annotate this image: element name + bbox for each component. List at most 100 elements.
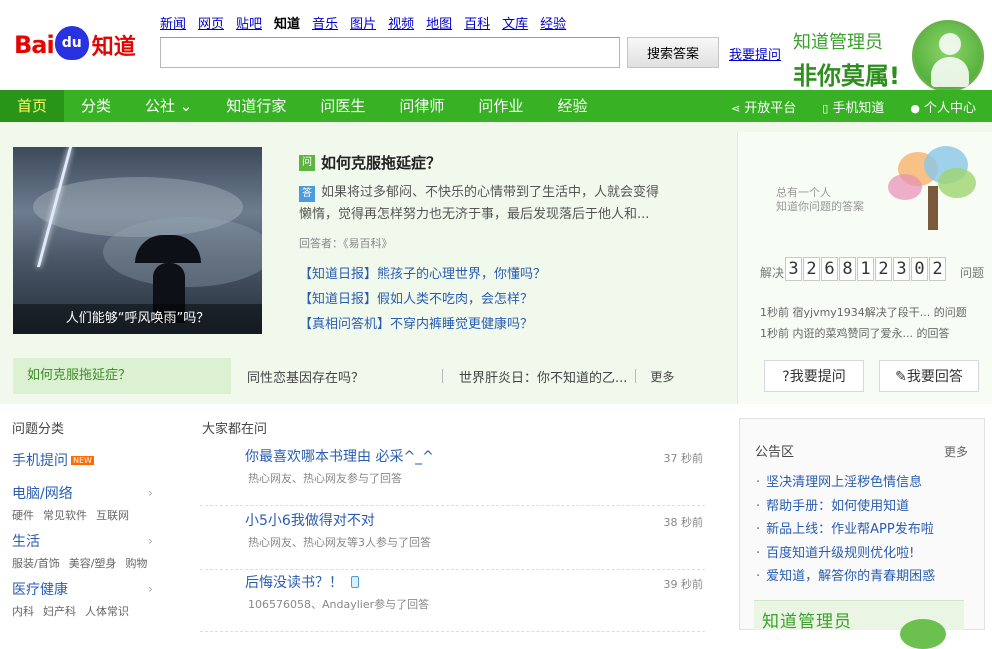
ask-question-button[interactable]: ?我要提问: [764, 360, 864, 392]
featured-tabs: 如何克服拖延症？ 同性恋基因存在吗？ 世界肝炎日：你不知道的乙... 更多: [13, 358, 713, 394]
activity-item[interactable]: 1秒前 内诳的菜鸡赞同了爱永... 的回答: [760, 323, 967, 344]
topnav-baike[interactable]: 百科: [464, 13, 490, 32]
featured-more-link[interactable]: 更多: [650, 368, 674, 385]
everyone-asking-heading: 大家都在问: [202, 422, 268, 437]
open-platform-link[interactable]: ⋖ 开放平台: [731, 97, 796, 116]
question-row[interactable]: 小5小6我做得对不对 热心网友、热心网友等3人参与了回答 38 秒前: [200, 508, 705, 570]
question-meta: 热心网友、热心网友等3人参与了回答: [248, 536, 431, 549]
question-meta: 热心网友、热心网友参与了回答: [248, 472, 402, 485]
search-input[interactable]: [160, 37, 620, 68]
featured-tab[interactable]: 世界肝炎日：你不知道的乙...: [459, 367, 627, 386]
notice-item[interactable]: 爱知道，解答你的青春期困惑: [756, 565, 935, 589]
mascot-icon: [900, 619, 946, 649]
counter-digit: 3: [893, 257, 910, 281]
notice-heading: 公告区: [755, 445, 795, 460]
activity-item[interactable]: 1秒前 宿yjvmy1934解决了段干... 的问题: [760, 302, 967, 323]
counter-digit: 2: [803, 257, 820, 281]
counter-digit: 2: [875, 257, 892, 281]
share-icon: ⋖: [731, 101, 741, 115]
search-answer-button[interactable]: 搜索答案: [627, 37, 719, 68]
category-computer[interactable]: 电脑/网络 硬件 常见软件 互联网: [12, 483, 138, 523]
logo-paw-icon: du: [54, 26, 89, 60]
topnav-wenku[interactable]: 文库: [502, 13, 528, 32]
nav-experience[interactable]: 经验: [540, 90, 604, 122]
promo-line2: 非你莫属!: [793, 62, 900, 90]
question-title[interactable]: 小5小6我做得对不对: [245, 510, 375, 530]
promo-banner-text: 知道管理员: [762, 612, 852, 632]
category-health[interactable]: 医疗健康 内科 妇产科 人体常识: [12, 579, 138, 619]
counter-digit: 1: [857, 257, 874, 281]
notice-item[interactable]: 坚决清理网上淫秽色情信息: [756, 471, 935, 495]
mobile-icon: [351, 576, 359, 588]
topnav-zhidao[interactable]: 知道: [274, 13, 300, 32]
promo-line1: 知道管理员: [793, 32, 883, 53]
question-title[interactable]: 后悔没读书？！: [245, 572, 359, 592]
category-mobile[interactable]: 手机提问 NEW: [12, 450, 94, 470]
slogan-line2: 知道你问题的答案: [776, 200, 864, 213]
nav-ask-lawyer[interactable]: 问律师: [382, 90, 461, 122]
featured-tab[interactable]: 同性恋基因存在吗？: [247, 367, 364, 386]
main-nav: 首页 分类 公社 ⌄ 知道行家 问医生 问律师 问作业 经验 ⋖ 开放平台 ▯ 手机…: [0, 90, 992, 122]
counter-label-suffix: 问题: [960, 266, 985, 280]
admin-promo[interactable]: 知道管理员 非你莫属!: [793, 28, 900, 91]
mascot-magnifier-icon: [912, 20, 984, 92]
question-time: 39 秒前: [663, 578, 704, 591]
featured-image[interactable]: 人们能够“呼风唤雨”吗？: [13, 147, 262, 334]
phone-icon: ▯: [822, 101, 829, 115]
topnav-music[interactable]: 音乐: [312, 13, 338, 32]
notice-item[interactable]: 新品上线：作业帮APP发布啦: [756, 518, 935, 542]
category-life[interactable]: 生活 服装/首饰 美容/塑身 购物: [12, 531, 156, 571]
question-title[interactable]: 你最喜欢哪本书理由 必采^_^: [245, 446, 434, 466]
notice-list: 坚决清理网上淫秽色情信息 帮助手册：如何使用知道 新品上线：作业帮APP发布啦 …: [756, 471, 935, 589]
image-caption: 人们能够“呼风唤雨”吗？: [13, 304, 262, 334]
nav-ask-doctor[interactable]: 问医生: [303, 90, 382, 122]
logo-bai-text: Bai: [14, 31, 55, 59]
baidu-zhidao-logo[interactable]: Bai du 知道: [14, 22, 136, 68]
counter-label: 解决: [760, 266, 785, 280]
topnav-map[interactable]: 地图: [426, 13, 452, 32]
topnav-images[interactable]: 图片: [350, 13, 376, 32]
daily-link[interactable]: 【知道日报】熊孩子的心理世界，你懂吗？: [299, 262, 546, 287]
topnav-news[interactable]: 新闻: [160, 13, 186, 32]
nav-commune[interactable]: 公社 ⌄: [128, 90, 209, 122]
ask-question-link[interactable]: 我要提问: [729, 44, 781, 63]
mobile-zhidao-link[interactable]: ▯ 手机知道: [822, 97, 884, 116]
nav-home[interactable]: 首页: [0, 90, 65, 122]
topnav-tieba[interactable]: 贴吧: [236, 13, 262, 32]
topnav-web[interactable]: 网页: [198, 13, 224, 32]
counter-digit: 2: [929, 257, 946, 281]
question-tag-icon: 问: [299, 154, 315, 171]
counter-digit: 6: [821, 257, 838, 281]
notice-board: 公告区 更多 坚决清理网上淫秽色情信息 帮助手册：如何使用知道 新品上线：作业帮…: [739, 418, 985, 630]
question-time: 37 秒前: [663, 452, 704, 465]
question-meta: 106576058、Andaylier参与了回答: [248, 598, 430, 611]
counter-digit: 3: [785, 257, 802, 281]
tree-illustration-icon: [888, 146, 980, 232]
chevron-right-icon: ›: [148, 486, 153, 500]
featured-question-title[interactable]: 问 如何克服拖延症？: [299, 152, 441, 173]
topnav-jingyan[interactable]: 经验: [540, 13, 566, 32]
top-nav: 新闻 网页 贴吧 知道 音乐 图片 视频 地图 百科 文库 经验: [160, 13, 578, 32]
question-row[interactable]: 你最喜欢哪本书理由 必采^_^ 热心网友、热心网友参与了回答 37 秒前: [200, 444, 705, 506]
admin-promo-banner[interactable]: 知道管理员: [754, 600, 964, 649]
counter-digit: 8: [839, 257, 856, 281]
notice-item[interactable]: 帮助手册：如何使用知道: [756, 495, 935, 519]
nav-experts[interactable]: 知道行家: [209, 90, 303, 122]
answer-source: 回答者：《易百科》: [299, 237, 393, 250]
nav-homework[interactable]: 问作业: [461, 90, 540, 122]
daily-link[interactable]: 【真相问答机】不穿内裤睡觉更健康吗？: [299, 312, 546, 337]
nav-category[interactable]: 分类: [64, 90, 128, 122]
counter-digit: 0: [911, 257, 928, 281]
logo-zhidao-text: 知道: [91, 35, 136, 60]
featured-tab-current[interactable]: 如何克服拖延症？: [13, 358, 231, 394]
question-row[interactable]: 后悔没读书？！ 106576058、Andaylier参与了回答 39 秒前: [200, 570, 705, 632]
topnav-video[interactable]: 视频: [388, 13, 414, 32]
featured-section: 人们能够“呼风唤雨”吗？ 问 如何克服拖延症？ 答如果将过多郁闷、不快乐的心情带…: [0, 122, 992, 404]
daily-link[interactable]: 【知道日报】假如人类不吃肉，会怎样？: [299, 287, 546, 312]
answer-question-button[interactable]: ✎我要回答: [879, 360, 979, 392]
content-area: 问题分类 手机提问 NEW 电脑/网络 硬件 常见软件 互联网 › 生活 服装/首饰美…: [0, 404, 992, 632]
notice-more-link[interactable]: 更多: [944, 443, 968, 460]
notice-item[interactable]: 百度知道升级规则优化啦!: [756, 542, 935, 566]
featured-answer-excerpt[interactable]: 答如果将过多郁闷、不快乐的心情带到了生活中，人就会变得懒惰，觉得再怎样努力也无济…: [299, 182, 671, 226]
user-center-link[interactable]: ● 个人中心: [910, 97, 976, 116]
